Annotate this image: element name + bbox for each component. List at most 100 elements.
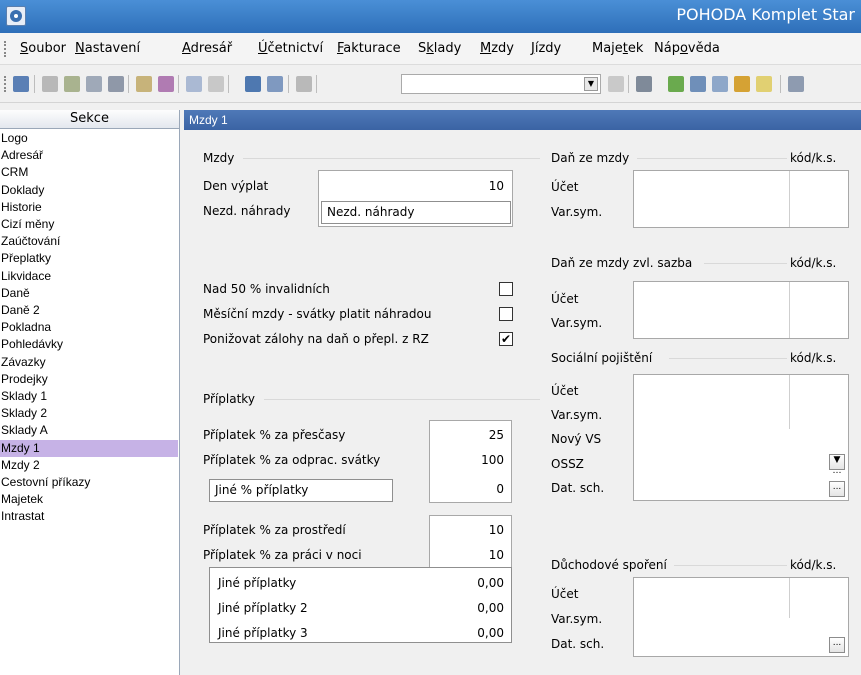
nezd-nahrady-input[interactable]: Nezd. náhrady	[321, 201, 511, 224]
varsym-label: Var.sym.	[551, 408, 603, 422]
copy-icon[interactable]	[296, 76, 312, 92]
duchodove-sporeni-heading: Důchodové spoření	[551, 558, 667, 572]
sidebar-item-zauctovani[interactable]: Zaúčtování	[0, 233, 178, 250]
toolbar-combo[interactable]: ▼	[401, 74, 601, 94]
jine-priplatky-3-input[interactable]: 0,00	[434, 625, 504, 641]
menu-item-majetek[interactable]: Majetek	[592, 41, 643, 56]
prostredi-input[interactable]: 10	[434, 522, 504, 538]
jine-priplatky-3-label[interactable]: Jiné příplatky 3	[218, 625, 308, 641]
coins-icon[interactable]	[734, 76, 750, 92]
ban-icon[interactable]	[756, 76, 772, 92]
filter-icon[interactable]	[608, 76, 624, 92]
more-icon[interactable]	[788, 76, 804, 92]
menu-item-sklady[interactable]: Sklady	[418, 41, 461, 56]
sidebar-item-preplatky[interactable]: Přeplatky	[0, 250, 178, 267]
kod-ks-label: kód/k.s.	[790, 256, 837, 270]
sidebar-item-adresar[interactable]: Adresář	[0, 147, 178, 164]
combo-arrow-icon[interactable]: ▼	[584, 77, 598, 91]
sidebar-item-prodejky[interactable]: Prodejky	[0, 371, 178, 388]
export-icon[interactable]	[86, 76, 102, 92]
open-agenda-icon[interactable]	[13, 76, 29, 92]
kod-divider	[789, 578, 790, 618]
sidebar-item-dane-2[interactable]: Daně 2	[0, 302, 178, 319]
back-arrow-icon[interactable]	[186, 76, 202, 92]
sidebar-item-sklady-a[interactable]: Sklady A	[0, 422, 178, 439]
jine-pct-input[interactable]: 0	[434, 481, 504, 497]
sections-sidebar: Sekce Logo Adresář CRM Doklady Historie Cizí …	[0, 110, 180, 675]
mzdy-heading: Mzdy	[203, 151, 235, 165]
dan-ze-mzdy-box[interactable]	[633, 170, 849, 228]
folder-icon[interactable]	[636, 76, 652, 92]
tag-icon[interactable]	[668, 76, 684, 92]
socialni-pojisteni-box[interactable]	[633, 374, 849, 501]
pohoda-app-icon[interactable]	[6, 6, 26, 26]
svatky-nahradou-checkbox[interactable]	[499, 307, 513, 321]
ucet-label: Účet	[551, 587, 579, 601]
duchodove-sporeni-box[interactable]	[633, 577, 849, 657]
print-icon[interactable]	[42, 76, 58, 92]
sidebar-item-sklady-2[interactable]: Sklady 2	[0, 405, 178, 422]
forward-arrow-icon[interactable]	[208, 76, 224, 92]
sidebar-item-pohledavky[interactable]: Pohledávky	[0, 336, 178, 353]
invalidni-label: Nad 50 % invalidních	[203, 282, 330, 296]
sidebar-item-mzdy-2[interactable]: Mzdy 2	[0, 457, 178, 474]
menu-item-soubor[interactable]: Soubor	[20, 41, 66, 56]
sidebar-item-dane[interactable]: Daně	[0, 285, 178, 302]
jine-priplatky-2-label[interactable]: Jiné příplatky 2	[218, 600, 308, 616]
duch-dat-sch-ellipsis-button[interactable]: ...	[829, 637, 845, 653]
toolbar-separator	[628, 75, 629, 93]
panel-title: Mzdy 1	[184, 110, 861, 130]
menu-item-adresar[interactable]: Adresář	[182, 41, 232, 56]
sidebar-item-pokladna[interactable]: Pokladna	[0, 319, 178, 336]
svatky-nahradou-label: Měsíční mzdy - svátky platit náhradou	[203, 307, 432, 321]
sidebar-item-majetek[interactable]: Majetek	[0, 491, 178, 508]
help-icon[interactable]	[136, 76, 152, 92]
sidebar-item-likvidace[interactable]: Likvidace	[0, 268, 178, 285]
check-icon[interactable]	[158, 76, 174, 92]
prescasy-input[interactable]: 25	[434, 427, 504, 443]
dat-sch-label: Dat. sch.	[551, 637, 605, 651]
sidebar-item-intrastat[interactable]: Intrastat	[0, 508, 178, 525]
noc-input[interactable]: 10	[434, 547, 504, 563]
prostredi-label: Příplatek % za prostředí	[203, 523, 346, 537]
den-vyplat-input[interactable]: 10	[434, 178, 504, 194]
menu-bar: Soubor Nastavení Adresář Účetnictví Fakturac…	[0, 33, 861, 65]
ossz-dropdown-icon[interactable]: ▼…	[829, 454, 845, 476]
jine-priplatky-2-input[interactable]: 0,00	[434, 600, 504, 616]
menu-item-fakturace[interactable]: Fakturace	[337, 41, 401, 56]
menu-item-jizdy[interactable]: Jízdy	[531, 41, 561, 56]
sidebar-item-logo[interactable]: Logo	[0, 130, 178, 147]
sidebar-item-historie[interactable]: Historie	[0, 199, 178, 216]
calculator-icon[interactable]	[712, 76, 728, 92]
menu-item-napoveda[interactable]: Nápověda	[654, 41, 720, 56]
document-icon[interactable]	[108, 76, 124, 92]
kod-ks-label: kód/k.s.	[790, 558, 837, 572]
ponizovat-zalohy-checkbox[interactable]: ✔	[499, 332, 513, 346]
sidebar-item-sklady-1[interactable]: Sklady 1	[0, 388, 178, 405]
jine-priplatky-label[interactable]: Jiné příplatky	[218, 575, 296, 591]
title-bar: POHODA Komplet Star	[0, 0, 861, 33]
svatky-input[interactable]: 100	[434, 452, 504, 468]
sidebar-item-cizi-meny[interactable]: Cizí měny	[0, 216, 178, 233]
menu-item-ucetnictvi[interactable]: Účetnictví	[258, 41, 323, 56]
table-icon[interactable]	[690, 76, 706, 92]
sidebar-item-mzdy-1[interactable]: Mzdy 1	[0, 439, 178, 457]
jine-pct-label-input[interactable]: Jiné % příplatky	[209, 479, 393, 502]
svatky-label: Příplatek % za odprac. svátky	[203, 453, 381, 467]
jine-priplatky-input[interactable]: 0,00	[434, 575, 504, 591]
menu-item-nastaveni[interactable]: Nastavení	[75, 41, 140, 56]
menu-item-mzdy[interactable]: Mzdy	[480, 41, 514, 56]
sidebar-item-cestovni-prikazy[interactable]: Cestovní příkazy	[0, 474, 178, 491]
save-icon[interactable]	[245, 76, 261, 92]
window-title: POHODA Komplet Star	[676, 5, 855, 24]
dan-zvl-sazba-box[interactable]	[633, 281, 849, 339]
sidebar-item-doklady[interactable]: Doklady	[0, 182, 178, 199]
sidebar-item-crm[interactable]: CRM	[0, 164, 178, 181]
kod-divider	[789, 171, 790, 227]
dat-sch-ellipsis-button[interactable]: ...	[829, 481, 845, 497]
invalidni-checkbox[interactable]	[499, 282, 513, 296]
save-all-icon[interactable]	[267, 76, 283, 92]
print-preview-icon[interactable]	[64, 76, 80, 92]
sidebar-item-zavazky[interactable]: Závazky	[0, 354, 178, 371]
ponizovat-zalohy-label: Ponižovat zálohy na daň o přepl. z RZ	[203, 332, 429, 346]
